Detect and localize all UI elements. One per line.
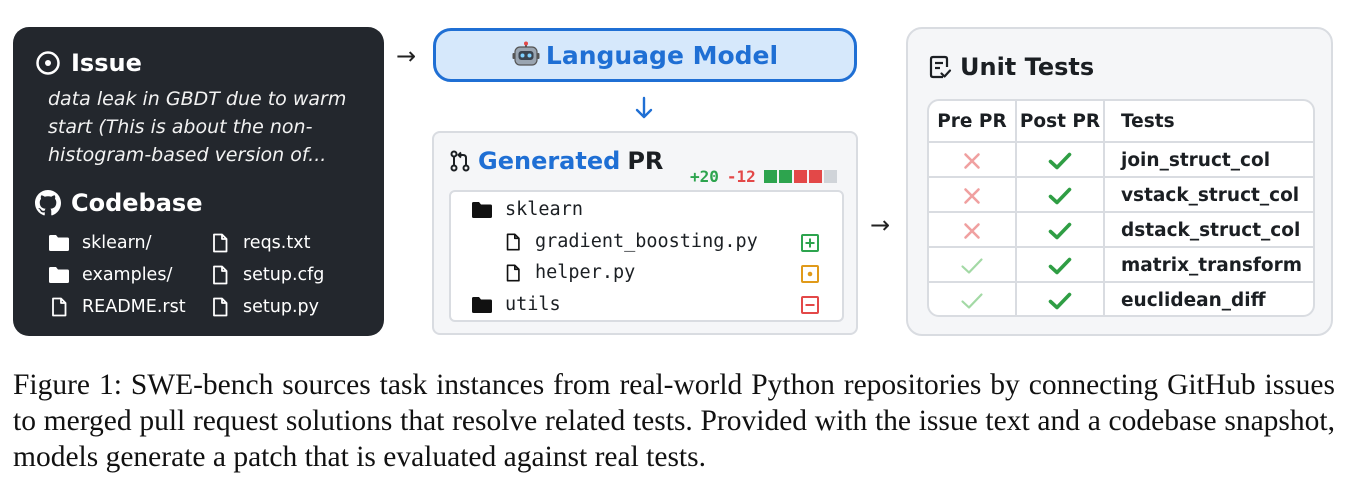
column-header-post-pr: Post PR [1017,101,1105,141]
codebase-file-reqs[interactable]: reqs.txt [209,227,324,259]
removed-icon [801,296,819,314]
issue-heading: Issue [35,49,142,77]
added-icon [801,234,819,252]
codebase-file-sklearn[interactable]: sklearn/ [48,227,186,259]
table-row: euclidean_diff [929,283,1313,315]
generated-pr-title: Generated PR [450,147,663,175]
language-model-box: Language Model [433,28,857,82]
pull-request-icon [450,150,470,172]
file-icon [213,265,228,285]
column-header-pre-pr: Pre PR [929,101,1017,141]
checklist-icon [929,55,952,79]
folder-icon [472,296,492,313]
additions-count: +20 [690,167,719,186]
diff-stat: +20 -12 [690,167,839,186]
pass-check-icon [929,248,1017,283]
fail-cross-icon [929,143,1017,178]
codebase-file-setup-cfg[interactable]: setup.cfg [209,259,324,291]
codebase-heading: Codebase [35,189,203,217]
diff-block [823,170,837,183]
codebase-file-examples[interactable]: examples/ [48,259,186,291]
diff-blocks [763,170,839,183]
robot-icon [512,41,540,66]
pass-check-icon [929,283,1017,315]
tree-item-sklearn[interactable]: sklearn [471,199,583,220]
test-name: join_struct_col [1121,150,1271,171]
arrow-right-icon: → [870,211,891,239]
figure-caption: Figure 1: SWE-bench sources task instanc… [13,369,1335,473]
file-icon [506,232,520,251]
github-icon [35,190,61,216]
pass-check-icon [1017,283,1105,315]
diff-block [778,170,792,183]
generated-pr-panel: Generated PR +20 -12 sklearn gradient_bo… [432,131,858,335]
file-icon [213,297,228,317]
folder-icon [49,267,69,283]
fail-cross-icon [929,178,1017,213]
test-name: vstack_struct_col [1121,185,1300,206]
folder-icon [472,201,492,218]
file-icon [213,233,228,253]
arrow-down-icon [633,96,655,124]
unit-tests-panel: Unit Tests Pre PR Post PR Tests join_str… [906,27,1333,336]
table-row: dstack_struct_col [929,213,1313,248]
table-row: matrix_transform [929,248,1313,283]
issue-icon [36,51,60,75]
file-icon [52,297,67,317]
codebase-file-readme[interactable]: README.rst [48,291,186,323]
arrow-right-icon: → [396,42,417,70]
issue-codebase-panel: Issue data leak in GBDT due to warm star… [13,27,384,336]
codebase-files-col1: sklearn/ examples/ README.rst [48,227,186,323]
tree-item-utils[interactable]: utils [471,294,561,315]
diff-block [793,170,807,183]
pass-check-icon [1017,213,1105,248]
unit-tests-table: Pre PR Post PR Tests join_struct_colvsta… [927,99,1315,317]
test-name: dstack_struct_col [1121,220,1301,241]
table-row: join_struct_col [929,143,1313,178]
tree-item-gradient-boosting[interactable]: gradient_boosting.py [503,231,758,252]
fail-cross-icon [929,213,1017,248]
test-name: matrix_transform [1121,255,1303,276]
deletions-count: -12 [726,167,756,186]
diff-block [808,170,822,183]
test-name: euclidean_diff [1121,290,1266,311]
codebase-files-col2: reqs.txt setup.cfg setup.py [209,227,324,323]
folder-icon [49,235,69,251]
pass-check-icon [1017,178,1105,213]
pass-check-icon [1017,248,1105,283]
modified-icon [801,265,819,283]
file-icon [506,263,520,282]
diff-block [763,170,777,183]
language-model-label: Language Model [545,40,779,70]
column-header-tests: Tests [1121,110,1175,132]
tree-item-helper[interactable]: helper.py [503,262,635,283]
pr-file-tree: sklearn gradient_boosting.py helper.py u… [449,190,844,322]
pass-check-icon [1017,143,1105,178]
table-row: vstack_struct_col [929,178,1313,213]
unit-tests-title: Unit Tests [928,53,1094,81]
codebase-file-setup-py[interactable]: setup.py [209,291,324,323]
issue-text: data leak in GBDT due to warm start (Thi… [48,88,347,166]
table-header-row: Pre PR Post PR Tests [929,101,1313,141]
